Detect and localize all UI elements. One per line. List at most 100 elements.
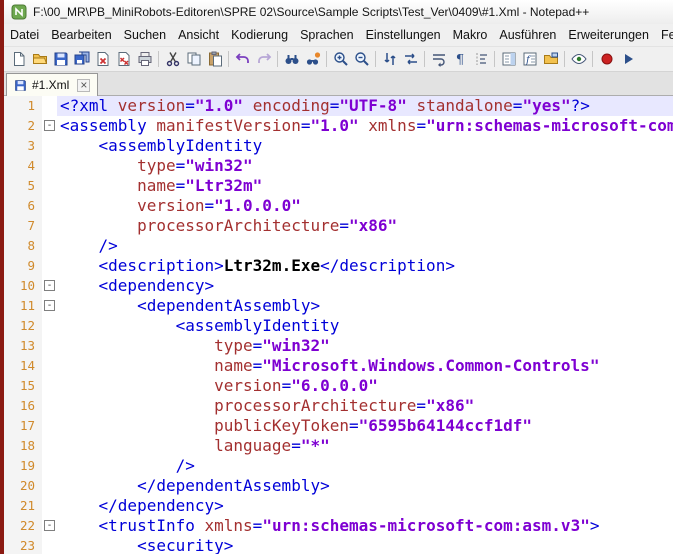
code-line[interactable]: name="Ltr32m" bbox=[57, 176, 673, 196]
new-file-icon[interactable] bbox=[8, 49, 29, 70]
menu-item-fenster[interactable]: Fenster bbox=[655, 24, 673, 46]
toolbar-separator bbox=[592, 51, 593, 67]
code-line[interactable]: <?xml version="1.0" encoding="UTF-8" sta… bbox=[57, 96, 673, 116]
line-number: 15 bbox=[4, 376, 42, 396]
svg-text:¶: ¶ bbox=[455, 53, 463, 68]
menu-item-erweiterungen[interactable]: Erweiterungen bbox=[562, 24, 655, 46]
line-number: 22 bbox=[4, 516, 42, 536]
close-icon[interactable] bbox=[92, 49, 113, 70]
code-line-row: 14 name="Microsoft.Windows.Common-Contro… bbox=[4, 356, 673, 376]
editor-area[interactable]: 1<?xml version="1.0" encoding="UTF-8" st… bbox=[4, 96, 673, 554]
sync-scroll-v-icon[interactable] bbox=[379, 49, 400, 70]
code-line[interactable]: version="1.0.0.0" bbox=[57, 196, 673, 216]
line-number: 19 bbox=[4, 456, 42, 476]
code-line[interactable]: <description>Ltr32m.Exe</description> bbox=[57, 256, 673, 276]
indent-guide-icon[interactable] bbox=[470, 49, 491, 70]
find-icon[interactable] bbox=[281, 49, 302, 70]
fold-margin: - bbox=[42, 116, 57, 136]
line-number: 3 bbox=[4, 136, 42, 156]
code-line[interactable]: processorArchitecture="x86" bbox=[57, 216, 673, 236]
line-number: 8 bbox=[4, 236, 42, 256]
tab-label: #1.Xml bbox=[32, 78, 69, 92]
copy-icon[interactable] bbox=[183, 49, 204, 70]
fold-marker-icon[interactable]: - bbox=[44, 280, 55, 291]
macro-play-icon[interactable] bbox=[617, 49, 638, 70]
line-number: 6 bbox=[4, 196, 42, 216]
menu-item-bearbeiten[interactable]: Bearbeiten bbox=[45, 24, 117, 46]
code-line[interactable]: type="win32" bbox=[57, 336, 673, 356]
save-all-icon[interactable] bbox=[71, 49, 92, 70]
menu-item-kodierung[interactable]: Kodierung bbox=[225, 24, 294, 46]
menu-item-ansicht[interactable]: Ansicht bbox=[172, 24, 225, 46]
menu-item-suchen[interactable]: Suchen bbox=[118, 24, 172, 46]
tab-close-icon[interactable]: × bbox=[77, 79, 90, 92]
menu-item-einstellungen[interactable]: Einstellungen bbox=[360, 24, 447, 46]
code-line[interactable]: /> bbox=[57, 236, 673, 256]
code-line[interactable]: version="6.0.0.0" bbox=[57, 376, 673, 396]
print-icon[interactable] bbox=[134, 49, 155, 70]
fold-marker-icon[interactable]: - bbox=[44, 120, 55, 131]
code-line-row: 2-<assembly manifestVersion="1.0" xmlns=… bbox=[4, 116, 673, 136]
menu-item-sprachen[interactable]: Sprachen bbox=[294, 24, 360, 46]
code-line[interactable]: processorArchitecture="x86" bbox=[57, 396, 673, 416]
fold-marker-icon[interactable]: - bbox=[44, 300, 55, 311]
line-number: 18 bbox=[4, 436, 42, 456]
redo-icon[interactable] bbox=[253, 49, 274, 70]
replace-icon[interactable] bbox=[302, 49, 323, 70]
monitoring-icon[interactable] bbox=[568, 49, 589, 70]
code-line[interactable]: publicKeyToken="6595b64144ccf1df" bbox=[57, 416, 673, 436]
show-all-chars-icon[interactable]: ¶ bbox=[449, 49, 470, 70]
code-line-row: 7 processorArchitecture="x86" bbox=[4, 216, 673, 236]
toolbar-separator bbox=[375, 51, 376, 67]
title-bar[interactable]: F:\00_MR\PB_MiniRobots-Editoren\SPRE 02\… bbox=[4, 0, 673, 24]
close-all-icon[interactable] bbox=[113, 49, 134, 70]
line-number: 16 bbox=[4, 396, 42, 416]
code-line[interactable]: </dependentAssembly> bbox=[57, 476, 673, 496]
code-line[interactable]: <dependency> bbox=[57, 276, 673, 296]
code-line[interactable]: type="win32" bbox=[57, 156, 673, 176]
open-file-icon[interactable] bbox=[29, 49, 50, 70]
folder-workspace-icon[interactable] bbox=[540, 49, 561, 70]
fold-margin bbox=[42, 416, 57, 436]
save-icon[interactable] bbox=[50, 49, 71, 70]
cut-icon[interactable] bbox=[162, 49, 183, 70]
code-line[interactable]: <assemblyIdentity bbox=[57, 136, 673, 156]
line-number: 20 bbox=[4, 476, 42, 496]
fold-margin bbox=[42, 236, 57, 256]
function-list-icon[interactable]: f bbox=[519, 49, 540, 70]
code-line[interactable]: name="Microsoft.Windows.Common-Controls" bbox=[57, 356, 673, 376]
menu-item-makro[interactable]: Makro bbox=[447, 24, 494, 46]
code-line[interactable]: <dependentAssembly> bbox=[57, 296, 673, 316]
code-line-row: 6 version="1.0.0.0" bbox=[4, 196, 673, 216]
code-line-row: 12 <assemblyIdentity bbox=[4, 316, 673, 336]
code-line[interactable]: language="*" bbox=[57, 436, 673, 456]
fold-margin bbox=[42, 196, 57, 216]
sync-scroll-h-icon[interactable] bbox=[400, 49, 421, 70]
doc-map-icon[interactable] bbox=[498, 49, 519, 70]
line-number: 5 bbox=[4, 176, 42, 196]
code-line-row: 11- <dependentAssembly> bbox=[4, 296, 673, 316]
word-wrap-icon[interactable] bbox=[428, 49, 449, 70]
code-line[interactable]: <security> bbox=[57, 536, 673, 554]
zoom-out-icon[interactable] bbox=[351, 49, 372, 70]
code-line[interactable]: <assemblyIdentity bbox=[57, 316, 673, 336]
code-line[interactable]: <assembly manifestVersion="1.0" xmlns="u… bbox=[57, 116, 673, 136]
tab--1-xml[interactable]: #1.Xml × bbox=[6, 73, 98, 96]
line-number: 7 bbox=[4, 216, 42, 236]
code-line[interactable]: <trustInfo xmlns="urn:schemas-microsoft-… bbox=[57, 516, 673, 536]
menu-item-datei[interactable]: Datei bbox=[4, 24, 45, 46]
saved-state-icon bbox=[14, 79, 27, 92]
toolbar-separator bbox=[494, 51, 495, 67]
code-line[interactable]: /> bbox=[57, 456, 673, 476]
line-number: 17 bbox=[4, 416, 42, 436]
menu-item-ausf-hren[interactable]: Ausführen bbox=[493, 24, 562, 46]
code-line[interactable]: </dependency> bbox=[57, 496, 673, 516]
paste-icon[interactable] bbox=[204, 49, 225, 70]
macro-record-icon[interactable] bbox=[596, 49, 617, 70]
fold-margin bbox=[42, 436, 57, 456]
fold-marker-icon[interactable]: - bbox=[44, 520, 55, 531]
zoom-in-icon[interactable] bbox=[330, 49, 351, 70]
code-line-row: 3 <assemblyIdentity bbox=[4, 136, 673, 156]
fold-margin bbox=[42, 376, 57, 396]
undo-icon[interactable] bbox=[232, 49, 253, 70]
